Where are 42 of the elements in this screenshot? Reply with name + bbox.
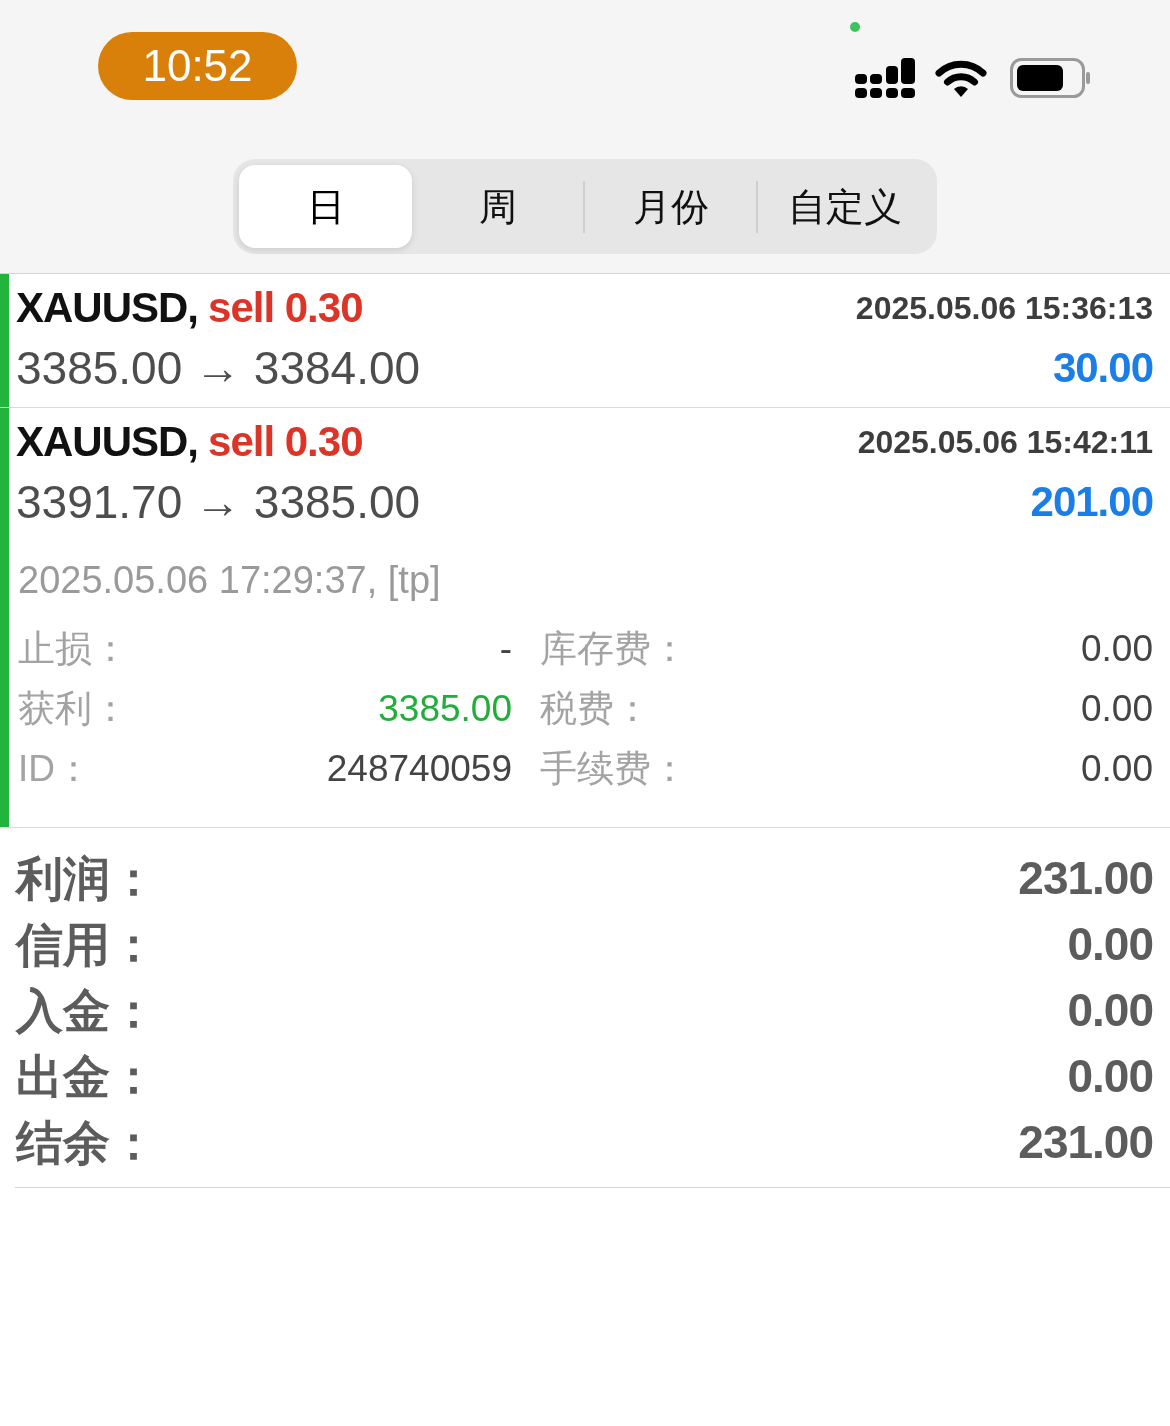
detail-value: 0.00 (1081, 629, 1153, 667)
profit-value: 201.00 (1030, 481, 1153, 523)
period-tab[interactable]: 周 (412, 165, 583, 248)
summary-label: 利润： (16, 854, 157, 902)
trade-side-text: sell 0.30 (208, 421, 363, 463)
detail-value: - (499, 629, 512, 667)
signal-icon (855, 58, 915, 98)
profit-value: 30.00 (1052, 347, 1153, 389)
detail-value: 0.00 (1081, 749, 1153, 787)
close-time-text: 2025.05.06 17:29:37, [tp] (18, 561, 441, 599)
detail-label: 手续费： (540, 749, 688, 787)
detail-label: 止损： (18, 629, 129, 667)
period-tab[interactable]: 日 (239, 165, 412, 248)
period-tab[interactable]: 自定义 (758, 165, 931, 248)
detail-value: 248740059 (326, 749, 512, 787)
wifi-icon (935, 59, 987, 97)
detail-label: 税费： (540, 689, 651, 727)
symbol-text: XAUUSD, (16, 421, 199, 463)
trade-side-text: sell 0.30 (208, 287, 363, 329)
period-tab[interactable]: 月份 (585, 165, 756, 248)
summary-label: 入金： (16, 986, 157, 1034)
detail-value: 0.00 (1081, 689, 1153, 727)
price-range-text: 3385.00 → 3384.00 (16, 345, 421, 391)
summary-label: 结余： (16, 1118, 157, 1166)
open-time-text: 2025.05.06 15:42:11 (857, 426, 1153, 458)
summary-value: 0.00 (1067, 1053, 1153, 1099)
summary-label: 出金： (16, 1052, 157, 1100)
summary-value: 0.00 (1067, 987, 1153, 1033)
battery-icon (1010, 58, 1090, 98)
open-time-text: 2025.05.06 15:36:13 (855, 292, 1153, 324)
detail-label: ID： (18, 749, 92, 787)
symbol-text: XAUUSD, (16, 287, 199, 329)
time-pill: 10:52 (98, 32, 297, 100)
summary-value: 231.00 (1018, 855, 1153, 901)
summary-value: 0.00 (1067, 921, 1153, 967)
status-dot-icon (850, 22, 860, 32)
detail-label: 库存费： (540, 629, 688, 667)
summary-value: 231.00 (1018, 1119, 1153, 1165)
detail-label: 获利： (18, 689, 129, 727)
summary-label: 信用： (16, 920, 157, 968)
detail-value: 3385.00 (378, 689, 512, 727)
price-range-text: 3391.70 → 3385.00 (16, 479, 421, 525)
